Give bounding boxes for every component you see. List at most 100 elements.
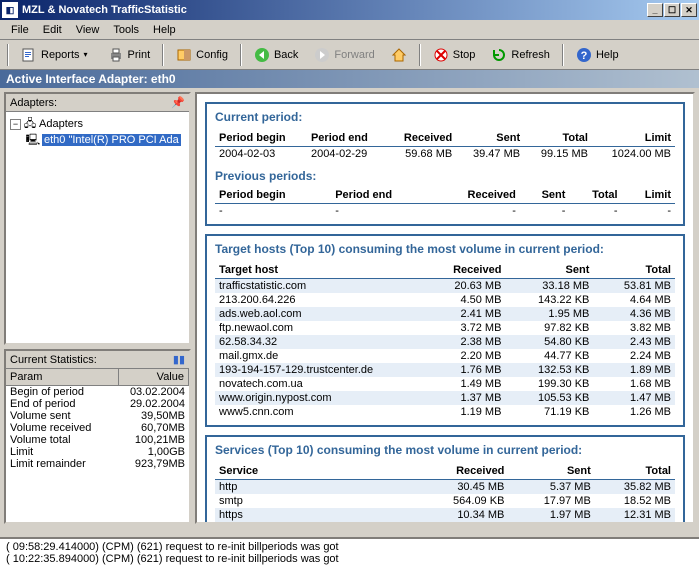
refresh-button[interactable]: Refresh (484, 43, 557, 67)
table-row: https10.34 MB1.97 MB12.31 MB (215, 508, 675, 522)
current-stats-panel: Current Statistics: ▮▮ Param Value Begin… (4, 349, 191, 524)
cell: - (432, 204, 520, 219)
tree-root-label: Adapters (39, 118, 83, 130)
previous-periods-title: Previous periods: (215, 169, 675, 183)
forward-button[interactable]: Forward (307, 43, 381, 67)
back-icon (254, 47, 270, 63)
back-button[interactable]: Back (247, 43, 305, 67)
cell-tot: 3.82 MB (593, 321, 675, 335)
th-total: Total (593, 262, 675, 279)
current-period-title: Current period: (215, 110, 675, 124)
stats-param: Begin of period (10, 386, 115, 398)
report-content[interactable]: Current period: Period begin Period end … (195, 92, 695, 524)
menu-view[interactable]: View (69, 22, 107, 38)
cell-tx: 143.22 KB (505, 293, 593, 307)
table-header-row: Period begin Period end Received Sent To… (215, 130, 675, 147)
hosts-tbody: trafficstatistic.com20.63 MB33.18 MB53.8… (215, 279, 675, 420)
printer-icon (108, 47, 124, 63)
home-button[interactable] (384, 43, 414, 67)
maximize-button[interactable]: ☐ (664, 3, 680, 17)
cell-host: ads.web.aol.com (215, 307, 422, 321)
cell-tx: 477.71 KB (508, 522, 594, 524)
th-sent: Sent (505, 262, 593, 279)
cell-tx: 17.97 MB (508, 494, 594, 508)
stats-param: Volume sent (10, 410, 115, 422)
cell-pe: 2004-02-29 (307, 147, 387, 162)
cell-host: trafficstatistic.com (215, 279, 422, 294)
help-button[interactable]: ? Help (569, 43, 626, 67)
adapters-header: Adapters: 📌 (6, 94, 189, 112)
stats-col-value[interactable]: Value (119, 369, 189, 385)
cell-tx: 44.77 KB (505, 349, 593, 363)
panel-pause-icon[interactable]: ▮▮ (173, 353, 185, 366)
table-row: http30.45 MB5.37 MB35.82 MB (215, 480, 675, 495)
app-icon: ◧ (2, 2, 18, 18)
toolbar-separator (162, 44, 164, 66)
menu-tools[interactable]: Tools (106, 22, 146, 38)
workarea: Adapters: 📌 − 🖧 Adapters 🖳 eth0 "Intel(R… (0, 88, 699, 528)
adapters-header-label: Adapters: (10, 97, 57, 109)
log-line: ( 09:58:29.414000) (CPM) (621) request t… (6, 541, 693, 553)
th-period-begin: Period begin (215, 130, 307, 147)
close-button[interactable]: ✕ (681, 3, 697, 17)
cell-rx: 1.37 MB (422, 391, 505, 405)
cell-tot: 7.38 MB (595, 522, 675, 524)
table-row: - - - - - - (215, 204, 675, 219)
cell-host: www5.cnn.com (215, 405, 422, 419)
config-button[interactable]: Config (169, 43, 235, 67)
panel-pin-icon[interactable]: 📌 (171, 96, 185, 109)
menu-edit[interactable]: Edit (36, 22, 69, 38)
minimize-button[interactable]: _ (647, 3, 663, 17)
stats-param: Volume total (10, 434, 115, 446)
th-period-end: Period end (307, 130, 387, 147)
stats-value: 39,50MB (115, 410, 185, 422)
log-panel[interactable]: ( 09:58:29.414000) (CPM) (621) request t… (0, 537, 699, 583)
tree-collapse-icon[interactable]: − (10, 119, 21, 130)
th-sent: Sent (520, 187, 570, 204)
cell-tot: 18.52 MB (595, 494, 675, 508)
stats-row: Limit remainder923,79MB (6, 458, 189, 470)
cell-tx: 132.53 KB (505, 363, 593, 377)
config-icon (176, 47, 192, 63)
print-button[interactable]: Print (101, 43, 158, 67)
stats-row: Volume sent39,50MB (6, 410, 189, 422)
services-title: Services (Top 10) consuming the most vol… (215, 443, 675, 457)
cell-tx: 97.82 KB (505, 321, 593, 335)
reports-button[interactable]: Reports ▾ (14, 43, 99, 67)
stats-col-param[interactable]: Param (6, 369, 119, 385)
cell-rx: 6.92 MB (422, 522, 508, 524)
th-received: Received (432, 187, 520, 204)
help-label: Help (596, 49, 619, 61)
th-host: Target host (215, 262, 422, 279)
services-section: Services (Top 10) consuming the most vol… (205, 435, 685, 524)
menu-help[interactable]: Help (146, 22, 183, 38)
th-received: Received (422, 262, 505, 279)
cell-tot: 2.24 MB (593, 349, 675, 363)
menu-file[interactable]: File (4, 22, 36, 38)
table-header-row: Service Received Sent Total (215, 463, 675, 480)
stats-row: Limit1,00GB (6, 446, 189, 458)
cell-host: ftp.newaol.com (215, 321, 422, 335)
services-tbody: http30.45 MB5.37 MB35.82 MBsmtp564.09 KB… (215, 480, 675, 525)
stats-row: Begin of period03.02.2004 (6, 386, 189, 398)
stats-row: Volume received60,70MB (6, 422, 189, 434)
cell-tx: 39.47 MB (456, 147, 524, 162)
tree-item-eth0-label: eth0 "Intel(R) PRO PCI Ada (42, 134, 181, 146)
cell-tot: 1.47 MB (593, 391, 675, 405)
stats-row: Volume total100,21MB (6, 434, 189, 446)
th-limit: Limit (592, 130, 675, 147)
stop-button[interactable]: Stop (426, 43, 483, 67)
back-label: Back (274, 49, 298, 61)
titlebar: ◧ MZL & Novatech TrafficStatistic _ ☐ ✕ (0, 0, 699, 20)
current-stats-title: Current Statistics: (10, 354, 97, 366)
table-row: 193-194-157-129.trustcenter.de1.76 MB132… (215, 363, 675, 377)
table-row: smtp564.09 KB17.97 MB18.52 MB (215, 494, 675, 508)
stop-icon (433, 47, 449, 63)
tree-item-eth0[interactable]: 🖳 eth0 "Intel(R) PRO PCI Ada (10, 132, 185, 148)
cell-tot: 1.26 MB (593, 405, 675, 419)
help-icon: ? (576, 47, 592, 63)
table-row: www5.cnn.com1.19 MB71.19 KB1.26 MB (215, 405, 675, 419)
adapters-tree: − 🖧 Adapters 🖳 eth0 "Intel(R) PRO PCI Ad… (6, 112, 189, 152)
cell-rx: 2.20 MB (422, 349, 505, 363)
forward-icon (314, 47, 330, 63)
